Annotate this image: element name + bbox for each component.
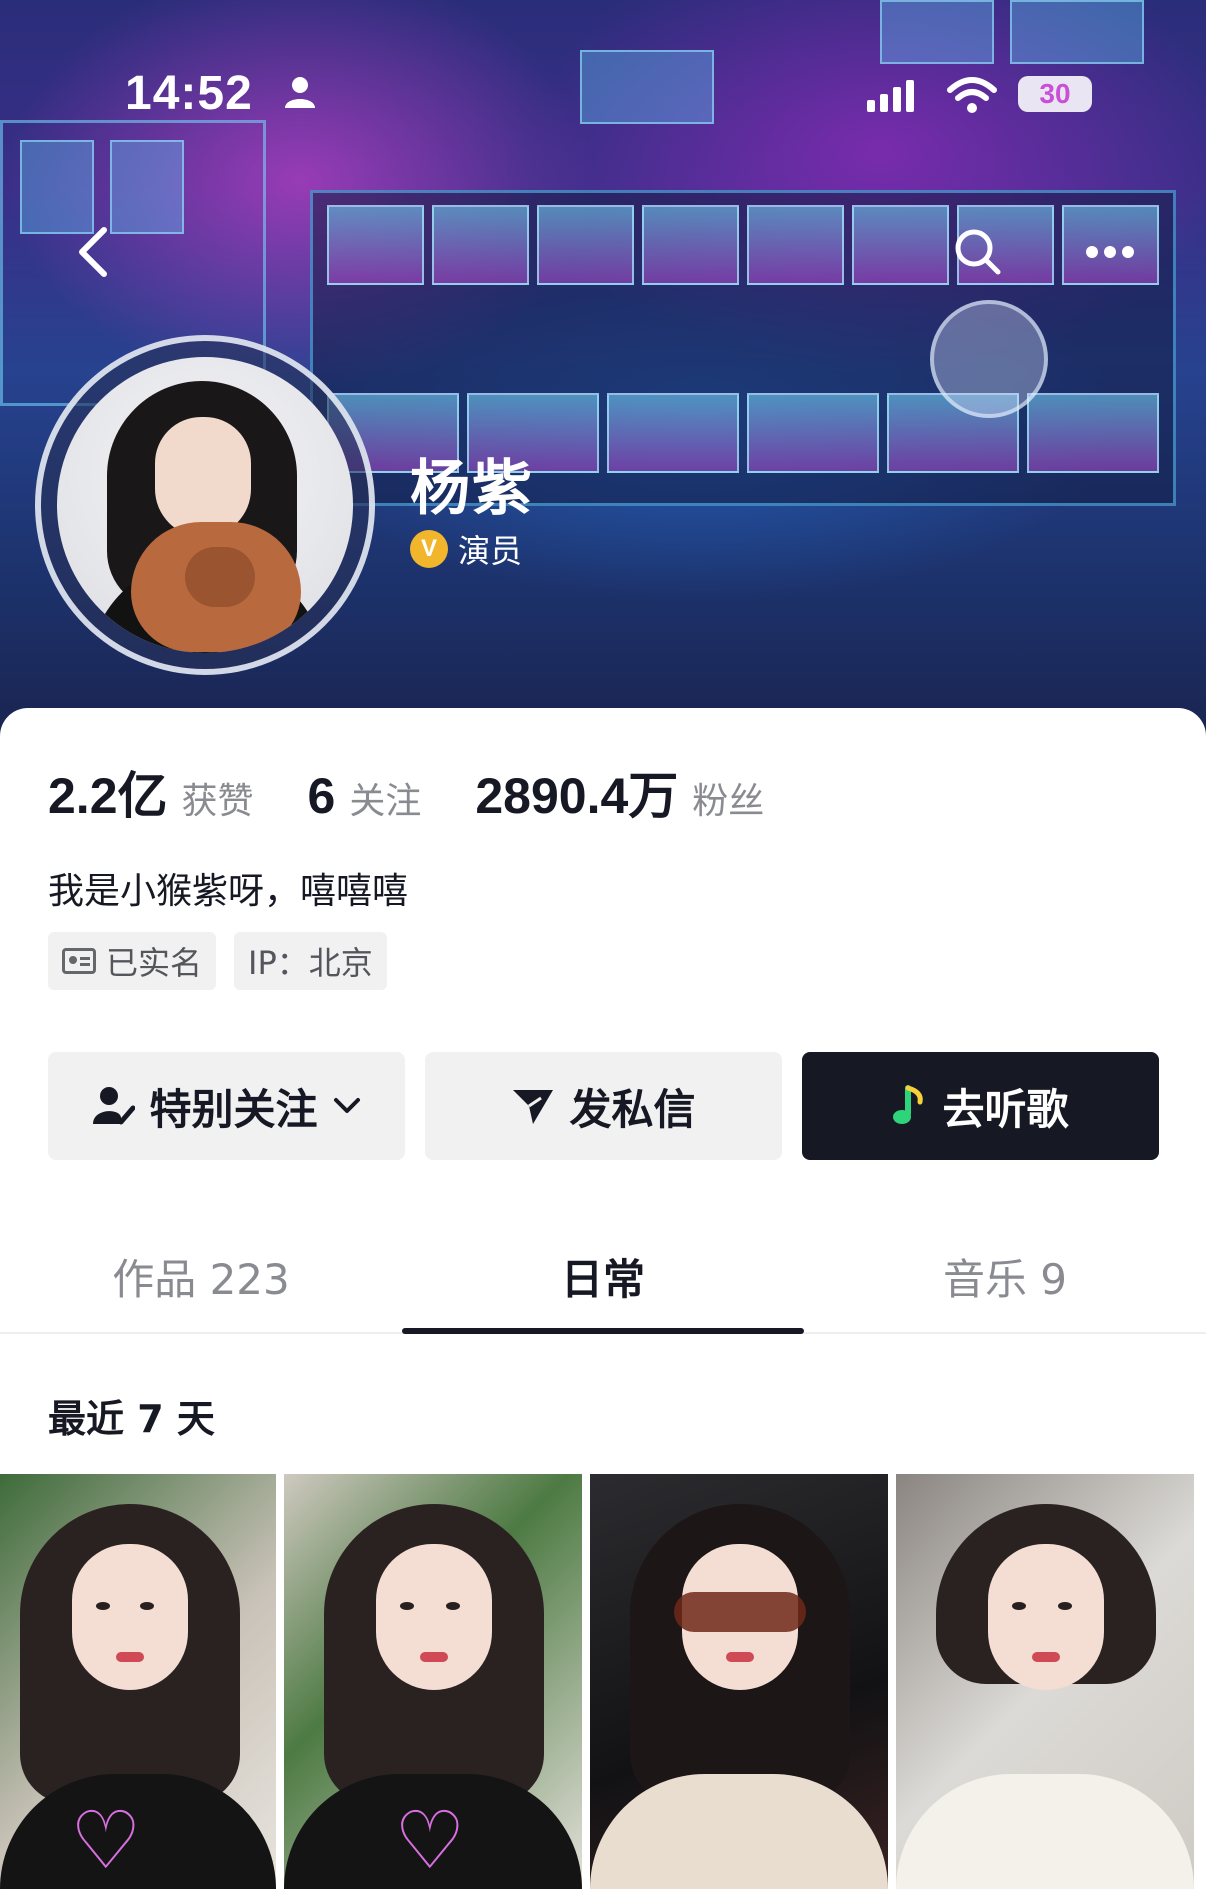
search-button[interactable] xyxy=(946,220,1010,284)
profile-stats: 2.2亿 获赞 6 关注 2890.4万 粉丝 xyxy=(48,756,818,828)
verification-badge: V 演员 xyxy=(410,526,522,572)
avatar-image xyxy=(57,357,353,653)
tag-verified-label: 已实名 xyxy=(106,944,203,982)
action-buttons: 特别关注 发私信 去听歌 xyxy=(48,1052,1159,1160)
profile-banner: 14:52 30 杨紫 V 演员 xyxy=(0,0,1206,740)
more-button[interactable] xyxy=(1078,220,1142,284)
stat-likes-label: 获赞 xyxy=(181,781,254,822)
verified-v-icon: V xyxy=(410,530,448,568)
tab-daily[interactable]: 日常 xyxy=(402,1228,804,1334)
daily-thumbnail[interactable]: ♡ xyxy=(0,1474,276,1889)
status-bar: 14:52 30 xyxy=(0,60,1206,130)
stat-followers[interactable]: 2890.4万 粉丝 xyxy=(475,756,764,828)
stat-likes-value: 2.2亿 xyxy=(48,768,168,824)
status-time: 14:52 xyxy=(125,67,253,120)
listen-music-label: 去听歌 xyxy=(942,1084,1069,1134)
stat-followers-value: 2890.4万 xyxy=(475,768,679,824)
section-title: 最近 7 天 xyxy=(48,1397,215,1441)
stat-following[interactable]: 6 关注 xyxy=(308,767,422,825)
back-arrow-icon xyxy=(79,227,107,277)
banner-clock xyxy=(930,300,1048,418)
tab-music[interactable]: 音乐 9 xyxy=(804,1228,1206,1332)
daily-thumbnail[interactable] xyxy=(896,1474,1194,1889)
more-icon xyxy=(1086,246,1134,258)
music-note-icon xyxy=(893,1085,924,1124)
tag-ip-label: IP：北京 xyxy=(248,944,373,982)
battery-level: 30 xyxy=(1039,78,1071,109)
daily-grid: ♡ ♡ xyxy=(0,1474,1206,1889)
tram-upper-windows xyxy=(313,205,1173,285)
stat-following-label: 关注 xyxy=(349,781,422,822)
banner-window xyxy=(880,0,994,64)
profile-name: 杨紫 xyxy=(410,454,534,524)
message-label: 发私信 xyxy=(569,1084,696,1134)
back-button[interactable] xyxy=(62,220,126,284)
search-icon xyxy=(955,229,1001,275)
avatar[interactable] xyxy=(35,335,375,675)
person-check-icon xyxy=(93,1087,136,1125)
stat-likes: 2.2亿 获赞 xyxy=(48,756,254,828)
send-icon xyxy=(513,1090,554,1124)
wifi-icon xyxy=(947,77,997,113)
profile-tags: 已实名 IP：北京 xyxy=(48,932,387,990)
tag-ip: IP：北京 xyxy=(234,932,387,990)
tag-verified: 已实名 xyxy=(48,932,217,990)
profile-sheet: 2.2亿 获赞 6 关注 2890.4万 粉丝 我是小猴紫呀，嘻嘻嘻 已实名 I… xyxy=(0,708,1206,1889)
daily-thumbnail[interactable]: ♡ xyxy=(284,1474,582,1889)
daily-thumbnail[interactable] xyxy=(590,1474,888,1889)
special-follow-label: 特别关注 xyxy=(149,1084,318,1134)
chevron-down-icon xyxy=(333,1098,360,1113)
stat-following-value: 6 xyxy=(307,768,336,824)
message-button[interactable]: 发私信 xyxy=(425,1052,782,1160)
signal-icon xyxy=(867,80,914,112)
special-follow-button[interactable]: 特别关注 xyxy=(48,1052,405,1160)
profile-bio: 我是小猴紫呀，嘻嘻嘻 xyxy=(48,871,409,912)
stat-followers-label: 粉丝 xyxy=(692,781,765,822)
battery-icon: 30 xyxy=(1018,76,1092,112)
person-icon xyxy=(285,77,315,108)
listen-music-button[interactable]: 去听歌 xyxy=(802,1052,1159,1160)
id-card-icon xyxy=(62,948,96,974)
tab-works[interactable]: 作品 223 xyxy=(0,1228,402,1332)
banner-window xyxy=(1010,0,1144,64)
badge-label: 演员 xyxy=(458,532,523,570)
content-tabs: 作品 223 日常 音乐 9 xyxy=(0,1228,1206,1334)
